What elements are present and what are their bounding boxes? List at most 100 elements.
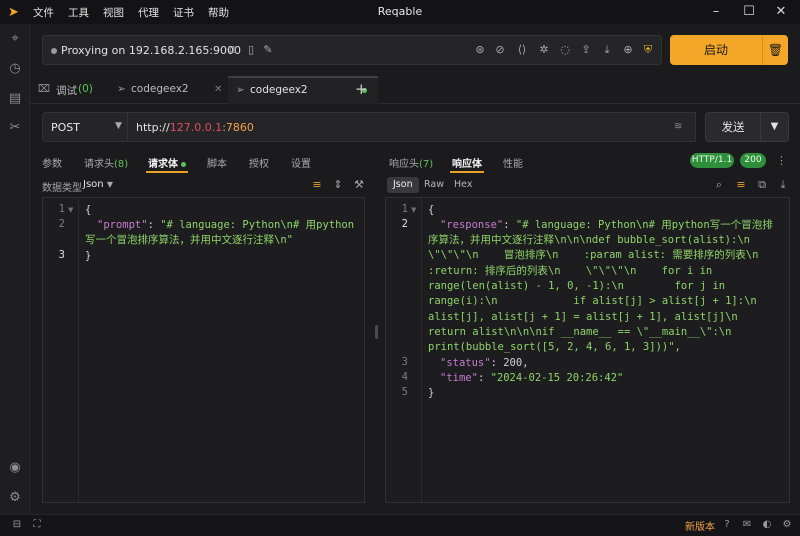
align-icon[interactable]: ⇕ [331, 178, 345, 192]
feedback-icon[interactable]: ✉ [740, 518, 754, 532]
rewrite-icon[interactable]: ⊛ [473, 43, 487, 57]
session-tabs: ⌧ 调试 (0) ➢ codegeex2 ✕ ➢ codegeex2 [30, 76, 800, 104]
mirror-icon[interactable]: ✲ [537, 43, 551, 57]
fullscreen-icon[interactable]: ⛶ [30, 518, 44, 532]
settings-icon[interactable]: ⚙ [780, 518, 794, 532]
maximize-icon[interactable]: ☐ [738, 3, 760, 21]
tab-debug[interactable]: ⌧ 调试 (0) [36, 76, 120, 104]
format-raw[interactable]: Raw [418, 177, 450, 193]
json-key: "response" [440, 219, 504, 231]
send-icon: ➢ [117, 83, 126, 95]
debug-icon: ⌧ [38, 83, 51, 95]
request-body-editor[interactable]: 1 ▼ 2 3 { "prompt": "# language: Python\… [42, 197, 365, 503]
code-line: } [85, 250, 92, 262]
json-key: "prompt" [97, 219, 148, 231]
copy-icon[interactable]: ⧉ [225, 43, 239, 57]
new-version-link[interactable]: 新版本 [685, 518, 715, 533]
code-line: 写一个冒泡排序算法，并用中文逐行注释\n" [85, 234, 293, 246]
tab-request-headers[interactable]: 请求头(8) [84, 155, 128, 170]
method-select[interactable]: POST ▼ [42, 112, 128, 142]
mobile-icon[interactable]: ▯ [244, 43, 258, 57]
sidebar-toggle-icon[interactable]: ⊟ [10, 518, 24, 532]
code-line: } [428, 387, 435, 399]
status-bar [0, 514, 800, 536]
send-options-chevron-icon[interactable]: ▼ [761, 112, 789, 142]
copy-icon[interactable]: ⧉ [755, 178, 769, 192]
tab-auth[interactable]: 授权 [249, 155, 269, 170]
json-string: "# language: Python\n# 用python [160, 219, 355, 231]
trash-icon[interactable]: 🗑 [762, 35, 788, 65]
close-icon[interactable]: ✕ [770, 3, 792, 21]
format-icon[interactable]: ≡ [310, 178, 324, 192]
proxy-status-dot [51, 48, 57, 54]
close-tab-icon[interactable]: ✕ [214, 84, 222, 95]
code-line: "status": 200, [440, 357, 529, 369]
fold-icon[interactable]: ▼ [411, 206, 416, 214]
account-icon[interactable]: ◉ [7, 460, 23, 476]
response-body-editor[interactable]: 1 ▼ 2 3 4 5 { "response": "# language: P… [385, 197, 790, 503]
tab-response-body[interactable]: 响应体 [452, 155, 482, 170]
throttle-icon[interactable]: ◌ [558, 43, 572, 57]
save-icon[interactable]: ⤓ [776, 178, 790, 192]
code-line: alist[j], alist[j + 1] = alist[j + 1], a… [428, 311, 738, 323]
code-line: { [428, 204, 435, 216]
http-version-badge: HTTP/1.1 [690, 153, 734, 168]
line-number: 2 [401, 218, 408, 230]
script-icon[interactable]: ⟨⟩ [515, 43, 529, 57]
tab-script[interactable]: 脚本 [207, 155, 227, 170]
history-icon[interactable]: ◷ [7, 61, 23, 77]
more-icon[interactable]: ⋮ [776, 154, 787, 167]
chevron-down-icon: ▼ [106, 180, 113, 189]
gateway-icon[interactable]: ⇪ [579, 43, 593, 57]
tab-label: codegeex2 [250, 84, 308, 96]
compass-icon[interactable]: ⌖ [7, 31, 23, 47]
tab-params[interactable]: 参数 [42, 155, 62, 170]
code-line: range(len(alist) - 1, 0, -1):\n for j in [428, 280, 726, 292]
tab-request-body[interactable]: 请求体 [148, 155, 186, 170]
fold-icon[interactable]: ▼ [68, 206, 73, 214]
search-icon[interactable]: ⌕ [712, 178, 726, 192]
download-icon[interactable]: ⤓ [600, 43, 614, 57]
collection-icon[interactable]: ▤ [7, 91, 23, 107]
shield-icon[interactable]: ⛨ [641, 43, 655, 57]
settings-gear-icon[interactable]: ⚙ [7, 490, 23, 506]
url-input[interactable]: http://127.0.0.1:7860 ≋ [128, 112, 696, 142]
proxy-bar: Proxying on 192.168.2.165:9000 ⧉ ▯ ✎ ⊛ ⊘… [42, 35, 662, 65]
format-icon[interactable]: ≡ [734, 178, 748, 192]
tab-response-headers[interactable]: 响应头(7) [389, 155, 433, 170]
line-gutter: 1 ▼ 2 3 4 5 [386, 198, 422, 502]
minimize-icon[interactable]: – [705, 3, 727, 21]
format-hex[interactable]: Hex [448, 177, 478, 193]
tools-icon[interactable]: ✂ [7, 120, 23, 136]
status-code-badge: 200 [740, 153, 766, 168]
breakpoint-icon[interactable]: ⊘ [493, 43, 507, 57]
code-line: print(bubble_sort([5, 2, 4, 6, 1, 3]))", [428, 341, 681, 353]
json-number: 200, [503, 357, 529, 369]
code-line: range(i):\n if alist[j] > alist[j + 1]:\… [428, 295, 757, 307]
body-indicator-dot [181, 161, 186, 167]
tab-codegeex2-1[interactable]: ➢ codegeex2 ✕ [115, 76, 227, 104]
tab-request-headers-label: 请求头 [84, 159, 114, 170]
code-line: :return: 排序后的列表\n \"\"\"\n for i in [428, 265, 713, 277]
tab-settings[interactable]: 设置 [291, 155, 311, 170]
help-icon[interactable]: ? [720, 518, 734, 532]
tab-request-body-label: 请求体 [148, 159, 178, 170]
wifi-icon[interactable]: ≋ [674, 121, 682, 132]
edit-icon[interactable]: ✎ [261, 43, 275, 57]
theme-icon[interactable]: ◐ [760, 518, 774, 532]
code-line: { [85, 204, 92, 216]
add-tab-icon[interactable]: + [355, 80, 368, 98]
tab-performance[interactable]: 性能 [503, 155, 523, 170]
panel-splitter-handle[interactable] [375, 325, 378, 339]
start-button[interactable]: 启动 [670, 35, 762, 65]
send-button[interactable]: 发送 [705, 112, 761, 142]
code-line: \"\"\"\n 冒泡排序\n :param alist: 需要排序的列表\n [428, 249, 759, 261]
magic-wand-icon[interactable]: ⚒ [352, 178, 366, 192]
format-json[interactable]: Json [387, 177, 419, 193]
line-number: 1 [58, 203, 65, 215]
globe-icon[interactable]: ⊕ [621, 43, 635, 57]
line-gutter: 1 ▼ 2 3 [43, 198, 79, 502]
line-number: 1 [401, 203, 408, 215]
url-text: http://127.0.0.1:7860 [136, 121, 254, 134]
data-type-select[interactable]: Json ▼ [83, 179, 113, 190]
